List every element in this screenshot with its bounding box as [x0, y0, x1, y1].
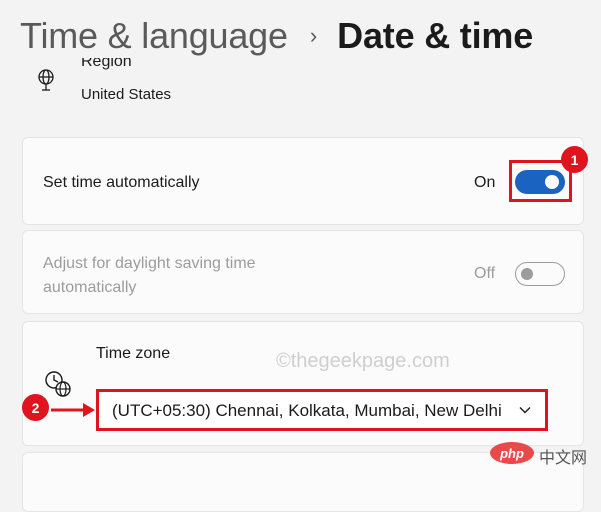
breadcrumb-parent-time-language[interactable]: Time & language [20, 15, 288, 57]
time-zone-label: Time zone [96, 345, 171, 362]
arrow-right-icon [51, 403, 95, 417]
watermark: ©thegeekpage.com [276, 350, 450, 372]
breadcrumb: Time & language › Date & time [20, 12, 533, 60]
set-time-automatically-label: Set time automatically [43, 174, 200, 191]
daylight-saving-state: Off [474, 265, 496, 282]
php-logo-badge: php [490, 442, 534, 464]
region-value: United States [81, 86, 172, 103]
region-row[interactable]: Region United States [0, 58, 601, 118]
breadcrumb-separator-icon: › [309, 23, 318, 48]
annotation-badge-2: 2 [22, 394, 49, 421]
php-logo: php 中文网 [484, 430, 601, 483]
region-title: Region [81, 58, 132, 70]
toggle-knob [521, 268, 533, 280]
daylight-saving-card: Adjust for daylight saving time automati… [22, 230, 584, 314]
set-time-automatically-state: On [474, 174, 496, 191]
chevron-down-icon [519, 407, 531, 414]
clock-globe-icon [45, 371, 71, 397]
set-time-automatically-card: Set time automatically On [22, 137, 584, 225]
globe-icon [38, 69, 54, 91]
daylight-saving-toggle[interactable] [515, 262, 565, 286]
page-title: Date & time [337, 15, 534, 56]
php-logo-text: 中文网 [539, 450, 588, 467]
annotation-badge-1: 1 [561, 146, 588, 173]
time-zone-dropdown[interactable]: (UTC+05:30) Chennai, Kolkata, Mumbai, Ne… [96, 389, 548, 431]
daylight-saving-label: Adjust for daylight saving time automati… [43, 255, 256, 296]
time-zone-selected-value: (UTC+05:30) Chennai, Kolkata, Mumbai, Ne… [112, 401, 502, 420]
